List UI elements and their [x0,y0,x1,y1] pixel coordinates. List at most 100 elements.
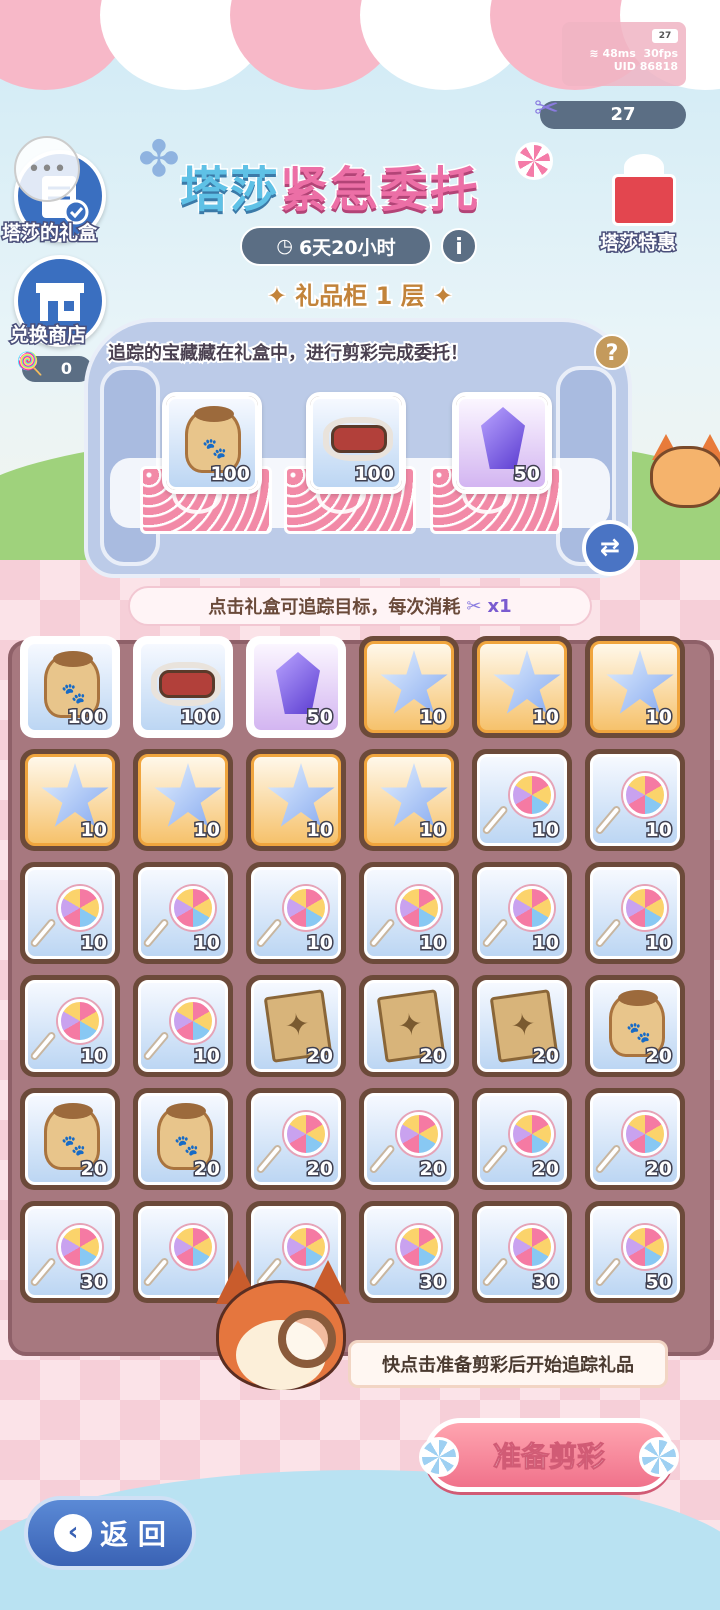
candy-icon [419,1437,459,1477]
gift-cell[interactable]: 20 [472,1088,572,1190]
gift-cell-frame: 10 [364,867,454,959]
gift-cell[interactable]: 100 [133,636,233,738]
gift-cell[interactable]: 20 [472,975,572,1077]
item-count: 10 [418,705,448,730]
gift-cell[interactable]: 30 [20,1201,120,1303]
gift-cell[interactable]: 20 [133,1088,233,1190]
gift-cell[interactable]: 50 [246,636,346,738]
gift-cell[interactable]: 10 [585,862,685,964]
game-scene: 27 ≋ 48ms 30fps UID 86818 ✂ 27 ••• 塔莎的礼盒… [0,0,720,1610]
gift-cell-frame: 100 [138,641,228,733]
gift-cell-frame: 10 [25,980,115,1072]
gift-cell-frame: 20 [477,1093,567,1185]
gift-cell-frame: 10 [138,980,228,1072]
special-offer-label: 塔莎特惠 [598,231,677,256]
cat-head [650,446,720,508]
help-button[interactable]: ? [594,334,630,370]
item-count: 10 [531,931,561,956]
gift-cell[interactable]: 30 [472,1201,572,1303]
gift-cell[interactable]: 10 [20,975,120,1077]
cost-text: 点击礼盒可追踪目标，每次消耗 [208,597,461,618]
speech-bubble: 快点击准备剪彩后开始追踪礼品 [348,1340,668,1388]
gift-cell[interactable]: 10 [20,749,120,851]
fur-sled-icon [151,662,221,706]
item-count: 20 [531,1044,561,1069]
gift-cell[interactable]: 10 [20,862,120,964]
gift-cell-frame: 10 [364,641,454,733]
gift-cell[interactable]: 20 [20,1088,120,1190]
magnifier-icon [278,1310,336,1368]
item-count: 30 [418,1270,448,1295]
prize-count: 100 [209,462,252,487]
prize-frame: 100 [310,396,402,490]
gift-cell-frame: 10 [590,867,680,959]
item-count: 10 [644,818,674,843]
back-button[interactable]: ‹ 返 回 [24,1496,196,1570]
item-count: 10 [305,931,335,956]
item-count: 30 [531,1270,561,1295]
gift-cell-frame: 10 [364,754,454,846]
item-count: 10 [418,818,448,843]
fur-sled-icon [323,417,393,461]
gift-cell[interactable]: 20 [246,1088,346,1190]
gift-cell-frame: 20 [251,980,341,1072]
prize-frame: 100 [166,396,258,490]
gift-cell-frame: 10 [138,754,228,846]
gift-cell-frame: 10 [138,867,228,959]
item-count: 10 [644,931,674,956]
special-offer-button[interactable] [604,150,684,230]
gift-cell[interactable]: 10 [133,975,233,1077]
gift-cell[interactable]: 10 [472,636,572,738]
mascot-character [196,1260,366,1420]
gift-cell[interactable]: 10 [246,749,346,851]
event-title: 塔莎紧急委托 [178,150,480,220]
floor-text: 礼品柜 1 层 [293,280,426,312]
gift-cell[interactable]: 10 [472,862,572,964]
gift-cell-frame: 30 [364,1206,454,1298]
gift-cell-frame: 20 [138,1093,228,1185]
gift-cell[interactable]: 100 [20,636,120,738]
gift-cell[interactable]: 20 [585,975,685,1077]
gift-cell[interactable]: 30 [359,1201,459,1303]
gift-cell-frame: 50 [251,641,341,733]
prepare-cut-button[interactable]: 准备剪彩 [419,1418,679,1492]
scissor-count: 27 [610,104,636,125]
gift-cell[interactable]: 10 [246,862,346,964]
gift-cell[interactable]: 20 [585,1088,685,1190]
gift-cell-frame: 20 [590,980,680,1072]
item-count: 10 [418,931,448,956]
item-count: 10 [644,705,674,730]
gift-cell[interactable]: 10 [585,636,685,738]
prize-count: 50 [512,462,542,487]
gift-cell[interactable]: 10 [359,862,459,964]
gift-cell[interactable]: 10 [359,636,459,738]
wifi-icon: ≋ [589,47,599,60]
gift-box-label: 塔莎的礼盒 [0,221,98,246]
gift-cell[interactable]: 10 [359,749,459,851]
gift-cell-frame: 20 [364,1093,454,1185]
chat-button[interactable]: ••• [14,136,80,202]
clock-icon: ◷ [276,235,293,257]
scissors-icon: ✂ [534,91,560,126]
cost-amount: x1 [487,595,512,617]
gift-cell[interactable]: 10 [133,749,233,851]
back-arrow-icon: ‹ [54,1514,93,1552]
prepare-label: 准备剪彩 [492,1440,605,1474]
item-count: 20 [531,1157,561,1182]
swap-button[interactable]: ⇄ [582,520,638,576]
gift-cell[interactable]: 20 [246,975,346,1077]
info-button[interactable]: i [441,228,477,264]
lollipop-icon: 🍭 [16,352,44,377]
gift-cell-frame: 100 [25,641,115,733]
gift-cell[interactable]: 10 [472,749,572,851]
item-count: 30 [79,1270,109,1295]
gift-cell[interactable]: 10 [585,749,685,851]
item-count: 100 [66,705,109,730]
pinwheel-icon: ✤ [138,130,180,188]
gift-cell[interactable]: 10 [133,862,233,964]
gift-cell[interactable]: 20 [359,975,459,1077]
gift-cell[interactable]: 20 [359,1088,459,1190]
prize-frame: 50 [456,396,548,490]
gift-cell-frame: 10 [251,867,341,959]
gift-cell[interactable]: 50 [585,1201,685,1303]
